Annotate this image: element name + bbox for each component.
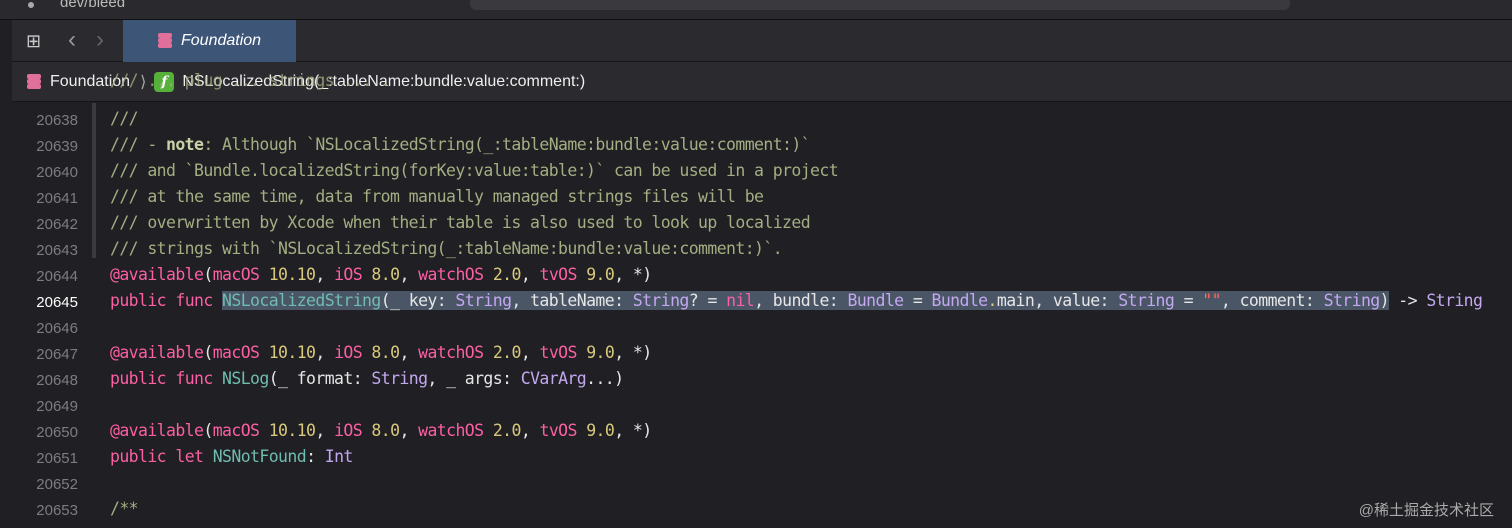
line-number: 20649	[36, 398, 78, 415]
line-number: 20642	[36, 216, 78, 233]
code-line[interactable]: /// overwritten by Xcode when their tabl…	[110, 213, 811, 232]
branch-label: dev/bleed	[60, 0, 126, 11]
line-number: 20643	[36, 242, 78, 259]
code-line[interactable]: public let NSNotFound: Int	[110, 447, 353, 466]
code-line[interactable]: /// - note: Although `NSLocalizedString(…	[110, 135, 811, 154]
line-number: 20640	[36, 164, 78, 181]
line-number: 20650	[36, 424, 78, 441]
code-line[interactable]: @available(macOS 10.10, iOS 8.0, watchOS…	[110, 421, 652, 440]
code-line[interactable]: /// strings with `NSLocalizedString(_:ta…	[110, 239, 783, 258]
status-dot	[28, 2, 34, 8]
code-line[interactable]: @available(macOS 10.10, iOS 8.0, watchOS…	[110, 265, 652, 284]
tab-bar: ⊞ ‹ › Foundation	[12, 20, 1512, 62]
title-field[interactable]	[470, 0, 1290, 10]
line-number: 20639	[36, 138, 78, 155]
comment-fold-ribbon[interactable]	[92, 103, 96, 258]
back-chevron-icon[interactable]: ‹	[68, 26, 76, 54]
line-number: 20641	[36, 190, 78, 207]
line-number: 20653	[36, 502, 78, 519]
framework-stack-icon	[157, 33, 173, 49]
line-number: 20651	[36, 450, 78, 467]
line-number: 20647	[36, 346, 78, 363]
code-line[interactable]: /// and `Bundle.localizedString(forKey:v…	[110, 161, 839, 180]
code-line[interactable]: public func NSLocalizedString(_ key: Str…	[110, 291, 1483, 310]
watermark: @稀土掘金技术社区	[1358, 502, 1494, 519]
related-items-grid-icon[interactable]: ⊞	[26, 31, 41, 52]
code-line[interactable]: /// ... plug ... strings ... .	[110, 71, 391, 90]
line-number: 20646	[36, 320, 78, 337]
tab-foundation[interactable]: Foundation	[123, 20, 296, 62]
code-line[interactable]: public func NSLog(_ format: String, _ ar…	[110, 369, 624, 388]
line-number: 20638	[36, 112, 78, 129]
line-number: 20645	[36, 294, 78, 311]
line-number: 20652	[36, 476, 78, 493]
forward-chevron-icon[interactable]: ›	[96, 26, 104, 54]
line-number: 20648	[36, 372, 78, 389]
code-line[interactable]: /// at the same time, data from manually…	[110, 187, 764, 206]
window-titlebar: dev/bleed	[0, 0, 1512, 20]
line-number: 20644	[36, 268, 78, 285]
code-line[interactable]: ///	[110, 109, 139, 128]
tab-label: Foundation	[181, 32, 262, 49]
framework-stack-icon	[26, 73, 42, 90]
code-line[interactable]: @available(macOS 10.10, iOS 8.0, watchOS…	[110, 343, 652, 362]
code-line[interactable]: /**	[110, 499, 139, 518]
